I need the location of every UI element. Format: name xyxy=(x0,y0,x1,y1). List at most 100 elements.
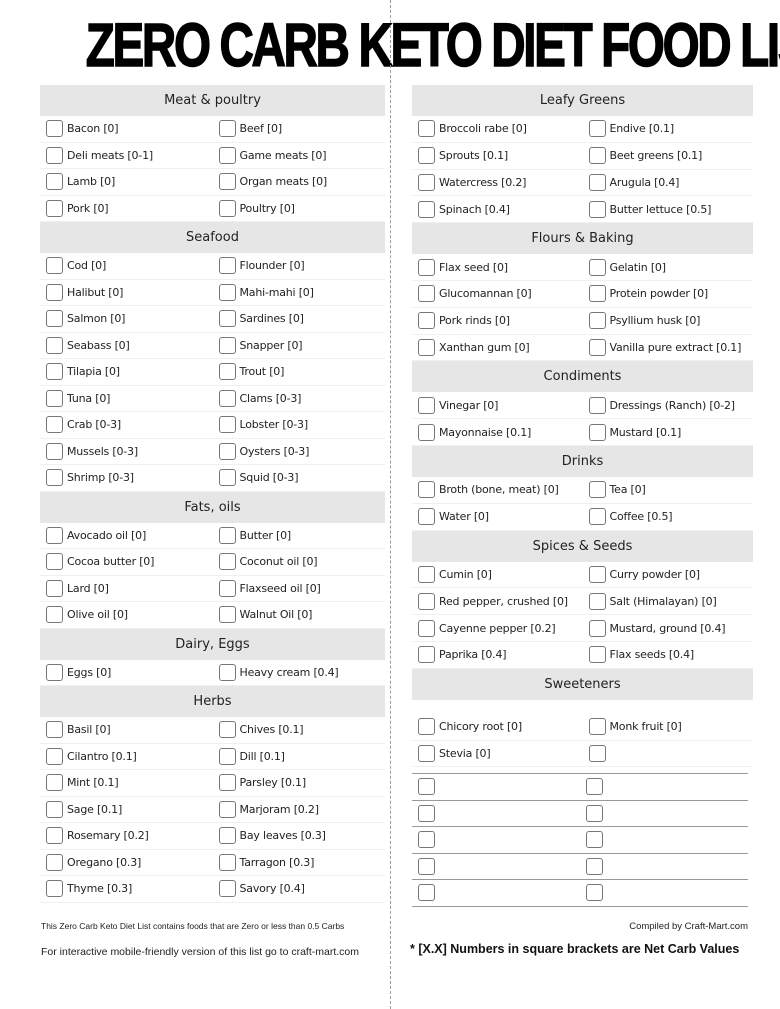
food-item[interactable]: Crab [0-3] xyxy=(40,416,213,434)
food-item[interactable]: Butter lettuce [0.5] xyxy=(583,200,754,218)
food-item[interactable]: Salt (Himalayan) [0] xyxy=(583,592,754,610)
checkbox[interactable] xyxy=(218,553,236,571)
food-item[interactable]: Squid [0-3] xyxy=(213,469,386,487)
food-item[interactable]: Seabass [0] xyxy=(40,336,213,354)
food-item[interactable]: Water [0] xyxy=(412,508,583,526)
food-item[interactable]: Salmon [0] xyxy=(40,310,213,328)
food-item[interactable]: Tuna [0] xyxy=(40,389,213,407)
checkbox[interactable] xyxy=(418,804,435,822)
checkbox[interactable] xyxy=(588,565,606,583)
blank-item[interactable] xyxy=(412,831,580,849)
checkbox[interactable] xyxy=(418,312,435,330)
checkbox[interactable] xyxy=(218,146,236,164)
food-item[interactable]: Mayonnaise [0.1] xyxy=(412,423,583,441)
food-item[interactable]: Bacon [0] xyxy=(40,120,213,138)
checkbox[interactable] xyxy=(418,592,435,610)
food-item[interactable]: Lamb [0] xyxy=(40,173,213,191)
food-item[interactable]: Mustard [0.1] xyxy=(583,423,754,441)
food-item[interactable]: Vinegar [0] xyxy=(412,396,583,414)
checkbox[interactable] xyxy=(46,579,63,597)
checkbox[interactable] xyxy=(218,173,236,191)
checkbox[interactable] xyxy=(46,747,63,765)
checkbox[interactable] xyxy=(588,338,606,356)
checkbox[interactable] xyxy=(418,423,435,441)
checkbox[interactable] xyxy=(588,258,606,276)
checkbox[interactable] xyxy=(218,606,236,624)
food-item[interactable]: Basil [0] xyxy=(40,721,213,739)
checkbox[interactable] xyxy=(46,146,63,164)
food-item[interactable]: Snapper [0] xyxy=(213,336,386,354)
checkbox[interactable] xyxy=(218,442,236,460)
food-item[interactable]: Tea [0] xyxy=(583,481,754,499)
food-item[interactable]: Flounder [0] xyxy=(213,257,386,275)
checkbox[interactable] xyxy=(588,396,606,414)
checkbox[interactable] xyxy=(46,442,63,460)
food-item[interactable]: Paprika [0.4] xyxy=(412,646,583,664)
food-item[interactable]: Heavy cream [0.4] xyxy=(213,663,386,681)
food-item[interactable]: Sprouts [0.1] xyxy=(412,147,583,165)
checkbox[interactable] xyxy=(418,508,435,526)
checkbox[interactable] xyxy=(418,831,435,849)
checkbox[interactable] xyxy=(588,285,606,303)
food-item[interactable]: Parsley [0.1] xyxy=(213,774,386,792)
checkbox[interactable] xyxy=(588,200,606,218)
checkbox[interactable] xyxy=(586,857,603,875)
checkbox[interactable] xyxy=(586,831,603,849)
checkbox[interactable] xyxy=(46,880,63,898)
checkbox[interactable] xyxy=(588,744,606,762)
checkbox[interactable] xyxy=(218,416,236,434)
checkbox[interactable] xyxy=(418,396,435,414)
food-item[interactable]: Thyme [0.3] xyxy=(40,880,213,898)
checkbox[interactable] xyxy=(418,718,435,736)
checkbox[interactable] xyxy=(46,416,63,434)
food-item[interactable]: Flax seed [0] xyxy=(412,258,583,276)
checkbox[interactable] xyxy=(218,853,236,871)
food-item[interactable]: Oysters [0-3] xyxy=(213,442,386,460)
food-item[interactable]: Flax seeds [0.4] xyxy=(583,646,754,664)
checkbox[interactable] xyxy=(218,800,236,818)
checkbox[interactable] xyxy=(218,526,236,544)
food-item[interactable]: Mustard, ground [0.4] xyxy=(583,619,754,637)
blank-item[interactable] xyxy=(580,857,748,875)
food-item[interactable]: Lobster [0-3] xyxy=(213,416,386,434)
blank-item[interactable] xyxy=(412,857,580,875)
checkbox[interactable] xyxy=(418,565,435,583)
checkbox[interactable] xyxy=(46,257,63,275)
food-item[interactable]: Spinach [0.4] xyxy=(412,200,583,218)
food-item[interactable]: Xanthan gum [0] xyxy=(412,338,583,356)
checkbox[interactable] xyxy=(218,721,236,739)
food-item[interactable]: Arugula [0.4] xyxy=(583,173,754,191)
food-item[interactable]: Monk fruit [0] xyxy=(583,718,754,736)
checkbox[interactable] xyxy=(46,310,63,328)
checkbox[interactable] xyxy=(46,120,63,138)
food-item[interactable] xyxy=(583,744,754,762)
checkbox[interactable] xyxy=(218,283,236,301)
food-item[interactable]: Beef [0] xyxy=(213,120,386,138)
food-item[interactable]: Protein powder [0] xyxy=(583,285,754,303)
checkbox[interactable] xyxy=(46,827,63,845)
checkbox[interactable] xyxy=(46,800,63,818)
food-item[interactable]: Trout [0] xyxy=(213,363,386,381)
checkbox[interactable] xyxy=(46,389,63,407)
checkbox[interactable] xyxy=(46,606,63,624)
checkbox[interactable] xyxy=(418,120,435,138)
checkbox[interactable] xyxy=(588,481,606,499)
food-item[interactable]: Deli meats [0-1] xyxy=(40,146,213,164)
checkbox[interactable] xyxy=(418,744,435,762)
checkbox[interactable] xyxy=(418,258,435,276)
food-item[interactable]: Poultry [0] xyxy=(213,199,386,217)
checkbox[interactable] xyxy=(218,827,236,845)
food-item[interactable]: Endive [0.1] xyxy=(583,120,754,138)
checkbox[interactable] xyxy=(46,553,63,571)
checkbox[interactable] xyxy=(588,646,606,664)
checkbox[interactable] xyxy=(418,646,435,664)
checkbox[interactable] xyxy=(46,336,63,354)
food-item[interactable]: Sage [0.1] xyxy=(40,800,213,818)
checkbox[interactable] xyxy=(218,199,236,217)
food-item[interactable]: Dill [0.1] xyxy=(213,747,386,765)
food-item[interactable]: Coffee [0.5] xyxy=(583,508,754,526)
checkbox[interactable] xyxy=(418,173,435,191)
checkbox[interactable] xyxy=(588,592,606,610)
food-item[interactable]: Tarragon [0.3] xyxy=(213,853,386,871)
food-item[interactable]: Stevia [0] xyxy=(412,744,583,762)
